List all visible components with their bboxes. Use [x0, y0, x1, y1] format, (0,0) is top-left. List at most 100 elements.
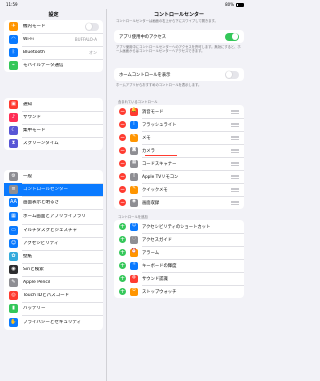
sidebar-item-pencil[interactable]: ✎ Apple Pencil [4, 276, 103, 289]
reorder-handle-icon[interactable] [231, 148, 239, 153]
remote-icon: ▯ [130, 172, 138, 181]
home-controls-toggle[interactable] [225, 70, 239, 79]
control-row[interactable]: + ◍ サウンド認識 [114, 272, 244, 285]
sidebar-item-fingerprint[interactable]: ◎ Touch IDとパスコード [4, 289, 103, 302]
sidebar-item-label: 機内モード [23, 23, 46, 29]
control-row[interactable]: + ⏰ アラーム [114, 246, 244, 259]
add-control-button[interactable]: + [119, 236, 126, 243]
sidebar-group: ✈ 機内モード ◠ Wi-Fi BUFFALO-A ᛒ Bluetooth オン ⌁ モバイルデー… [4, 20, 103, 72]
add-control-button[interactable]: + [119, 275, 126, 282]
reorder-handle-icon[interactable] [231, 122, 239, 127]
sidebar-item-hourglass[interactable]: ⧗ スクリーンタイム [4, 137, 103, 150]
bell-icon: 🔔 [130, 107, 138, 116]
control-center-icon: ≡ [9, 185, 18, 194]
sidebar-item-gear[interactable]: ⚙ 一般 [4, 170, 103, 183]
remove-control-button[interactable]: − [119, 121, 126, 128]
stopwatch-icon: ⏱ [130, 287, 138, 296]
sidebar-item-brightness[interactable]: AA 画面表示と明るさ [4, 196, 103, 209]
control-row[interactable]: − ◉ 画面収録 [114, 196, 244, 209]
control-row[interactable]: − ❘ フラッシュライト [114, 118, 244, 131]
sidebar-item-label: スクリーンタイム [23, 140, 59, 146]
guided-access-icon: ◌ [130, 235, 138, 244]
remove-control-button[interactable]: − [119, 199, 126, 206]
control-label: アクセスガイド [142, 237, 172, 243]
sidebar-group: ▣ 通知 ♪ サウンド ☾ 集中モード ⧗ スクリーンタイム [4, 98, 103, 150]
control-label: キーボードの輝度 [142, 263, 177, 269]
sidebar-group: ⚙ 一般 ≡ コントロールセンター AA 画面表示と明るさ ▦ ホーム画面とアプリライブラリ ▭… [4, 170, 103, 330]
add-control-button[interactable]: + [119, 249, 126, 256]
remove-control-button[interactable]: − [119, 147, 126, 154]
access-within-apps-toggle[interactable] [225, 32, 239, 41]
control-label: アラーム [142, 250, 160, 256]
sidebar-item-label: ホーム画面とアプリライブラリ [23, 213, 86, 219]
qr-code-icon: ▦ [130, 159, 138, 168]
reorder-handle-icon[interactable] [231, 161, 239, 166]
add-control-button[interactable]: + [119, 223, 126, 230]
remove-control-button[interactable]: − [119, 108, 126, 115]
sidebar-item-label: 集中モード [23, 127, 46, 133]
sidebar-item-label: Touch IDとパスコード [23, 292, 70, 298]
hand-icon: ✋ [9, 318, 18, 327]
sidebar-item-antenna[interactable]: ⌁ モバイルデータ通信 [4, 59, 103, 72]
sidebar-item-multitask[interactable]: ▭ マルチタスクとジェスチャ [4, 224, 103, 237]
sidebar-item-label: サウンド [23, 114, 41, 120]
sidebar-item-hand[interactable]: ✋ プライバシーとセキュリティ [4, 315, 103, 330]
keyboard-brightness-icon: ☼ [130, 261, 138, 270]
sidebar-item-bluetooth[interactable]: ᛒ Bluetooth オン [4, 46, 103, 59]
remove-control-button[interactable]: − [119, 186, 126, 193]
page-title: コントロールセンター [153, 12, 204, 18]
control-row[interactable]: − ◙ カメラ [114, 144, 244, 157]
more-controls-list: + ☺ アクセシビリティのショートカット + ◌ アクセスガイド + ⏰ アラーム + ☼ キーボード… [114, 220, 244, 298]
sidebar-item-label: Wi-Fi [23, 36, 34, 42]
sidebar-item-battery[interactable]: ▮ バッテリー [4, 302, 103, 315]
add-control-button[interactable]: + [119, 262, 126, 269]
control-label: アクセシビリティのショートカット [142, 224, 211, 230]
home-screen-icon: ▦ [9, 212, 18, 221]
sidebar-item-label: Siriと検索 [23, 266, 44, 272]
wallpaper-icon: ✿ [9, 252, 18, 261]
sidebar-item-label: アクセシビリティ [23, 240, 59, 246]
control-row[interactable]: − ▦ コードスキャナー [114, 157, 244, 170]
add-control-button[interactable]: + [119, 288, 126, 295]
sidebar-item-label: 画面表示と明るさ [23, 199, 59, 205]
control-label: 消音モード [142, 109, 164, 115]
sidebar-item-siri[interactable]: ◉ Siriと検索 [4, 263, 103, 276]
battery-percent: 80% [225, 2, 234, 7]
control-row[interactable]: + ◌ アクセスガイド [114, 233, 244, 246]
reorder-handle-icon[interactable] [231, 187, 239, 192]
home-controls-row[interactable]: ホームコントロールを表示 [114, 68, 244, 81]
remove-control-button[interactable]: − [119, 134, 126, 141]
control-row[interactable]: − ✎ メモ [114, 131, 244, 144]
access-within-apps-row[interactable]: アプリ使用中のアクセス [114, 30, 244, 43]
control-row[interactable]: − ▯ Apple TVリモコン [114, 170, 244, 183]
sidebar-item-wallpaper[interactable]: ✿ 壁紙 [4, 250, 103, 263]
sidebar-item-moon[interactable]: ☾ 集中モード [4, 124, 103, 137]
remove-control-button[interactable]: − [119, 160, 126, 167]
control-row[interactable]: + ☺ アクセシビリティのショートカット [114, 220, 244, 233]
sidebar-item-airplane[interactable]: ✈ 機内モード [4, 20, 103, 33]
control-label: コードスキャナー [142, 161, 177, 167]
reorder-handle-icon[interactable] [231, 200, 239, 205]
sidebar-item-label: 一般 [23, 173, 32, 179]
sidebar-item-wifi[interactable]: ◠ Wi-Fi BUFFALO-A [4, 33, 103, 46]
intro-text: コントロールセンターは画面の右上から下にスワイプして開きます。 [116, 19, 218, 23]
sidebar-item-home-screen[interactable]: ▦ ホーム画面とアプリライブラリ [4, 209, 103, 224]
notifications-icon: ▣ [9, 100, 18, 109]
sidebar-item-label: コントロールセンター [23, 186, 68, 192]
reorder-handle-icon[interactable] [231, 174, 239, 179]
fingerprint-icon: ◎ [9, 291, 18, 300]
accessibility-shortcut-icon: ☺ [130, 222, 138, 231]
sidebar-item-control-center[interactable]: ≡ コントロールセンター [4, 183, 103, 196]
sidebar-item-notifications[interactable]: ▣ 通知 [4, 98, 103, 111]
remove-control-button[interactable]: − [119, 173, 126, 180]
control-row[interactable]: + ☼ キーボードの輝度 [114, 259, 244, 272]
reorder-handle-icon[interactable] [231, 135, 239, 140]
control-row[interactable]: − 🔔 消音モード [114, 105, 244, 118]
sidebar-item-accessibility[interactable]: ☺ アクセシビリティ [4, 237, 103, 250]
control-row[interactable]: − ✎ クイックメモ [114, 183, 244, 196]
sidebar-item-label: バッテリー [23, 305, 46, 311]
airplane-mode-toggle[interactable] [85, 22, 99, 31]
control-row[interactable]: + ⏱ ストップウォッチ [114, 285, 244, 298]
sidebar-item-sound[interactable]: ♪ サウンド [4, 111, 103, 124]
reorder-handle-icon[interactable] [231, 109, 239, 114]
